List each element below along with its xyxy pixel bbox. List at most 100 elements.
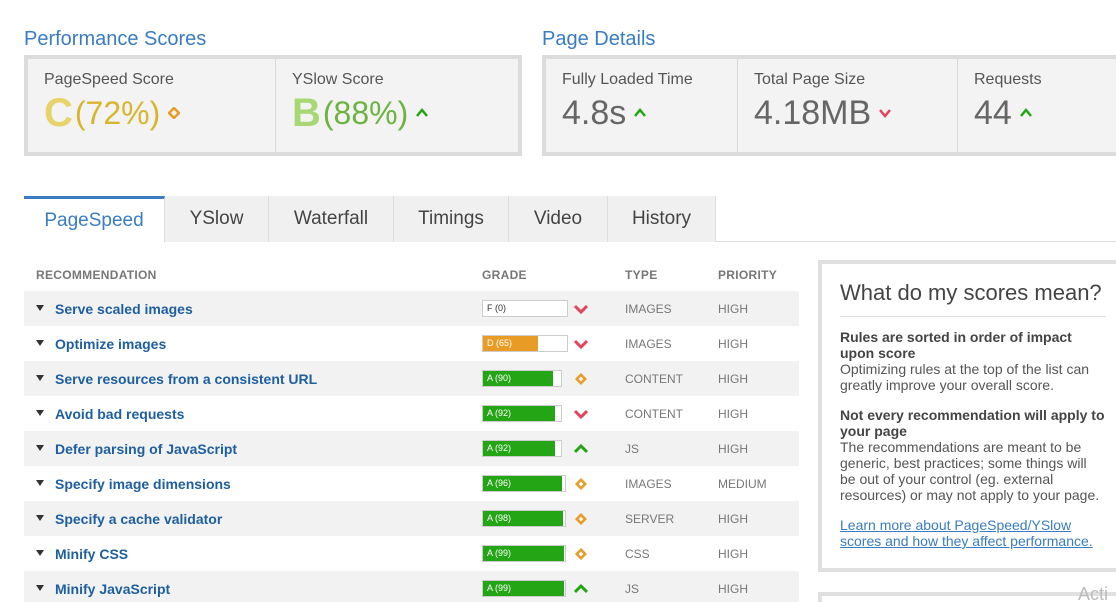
- table-row[interactable]: Defer parsing of JavaScript A (92) JS HIGH: [24, 431, 799, 466]
- grade-bar: D (65): [482, 335, 568, 352]
- pagespeed-label: PageSpeed Score: [44, 71, 174, 88]
- up-arrow-icon: [1019, 108, 1032, 117]
- grade-bar: A (92): [482, 440, 562, 457]
- info-heading-2: Not every recommendation will apply to y…: [840, 407, 1105, 439]
- recommendation-name[interactable]: Specify a cache validator: [55, 511, 222, 527]
- size-label: Total Page Size: [754, 71, 866, 88]
- table-row[interactable]: Optimize images D (65) IMAGES HIGH: [24, 326, 799, 361]
- grade-bar: A (96): [482, 475, 566, 492]
- fully-loaded-time: Fully Loaded Time 4.8s: [546, 59, 738, 152]
- table-row[interactable]: Avoid bad requests A (92) CONTENT HIGH: [24, 396, 799, 431]
- loaded-value: 4.8s: [562, 94, 627, 132]
- pagespeed-grade: C: [44, 91, 73, 135]
- size-value: 4.18MB: [754, 94, 872, 132]
- header-type: TYPE: [625, 268, 658, 282]
- total-page-size: Total Page Size 4.18MB: [738, 59, 958, 152]
- down-arrow-icon: [574, 339, 588, 350]
- expand-caret-icon[interactable]: [36, 515, 44, 521]
- rule-type: IMAGES: [625, 476, 672, 491]
- recommendation-name[interactable]: Optimize images: [55, 336, 166, 352]
- performance-scores-box: PageSpeed Score C (72%) YSlow Score B (8…: [24, 55, 522, 156]
- expand-caret-icon[interactable]: [36, 585, 44, 591]
- pagespeed-score: PageSpeed Score C (72%): [28, 59, 276, 152]
- rule-type: CONTENT: [625, 371, 683, 386]
- rule-type: CONTENT: [625, 406, 683, 421]
- page-details-title: Page Details: [542, 28, 656, 50]
- recommendation-name[interactable]: Serve scaled images: [55, 301, 193, 317]
- up-arrow-icon: [574, 583, 588, 594]
- grade-bar: A (99): [482, 545, 566, 562]
- tab-timings[interactable]: Timings: [394, 196, 509, 242]
- scores-info-panel: What do my scores mean? Rules are sorted…: [818, 260, 1116, 572]
- table-row[interactable]: Serve scaled images F (0) IMAGES HIGH: [24, 291, 799, 326]
- loaded-label: Fully Loaded Time: [562, 71, 693, 88]
- expand-caret-icon[interactable]: [36, 550, 44, 556]
- tab-yslow[interactable]: YSlow: [165, 196, 269, 242]
- expand-caret-icon[interactable]: [36, 480, 44, 486]
- expand-caret-icon[interactable]: [36, 340, 44, 346]
- performance-title: Performance Scores: [24, 28, 207, 50]
- table-row[interactable]: Specify a cache validator A (98) SERVER HIG…: [24, 501, 799, 536]
- expand-caret-icon[interactable]: [36, 410, 44, 416]
- rule-type: JS: [625, 441, 640, 456]
- recommendation-name[interactable]: Avoid bad requests: [55, 406, 184, 422]
- info-text-1: Optimizing rules at the top of the list …: [840, 361, 1090, 393]
- rule-priority: HIGH: [718, 336, 748, 351]
- page-details-box: Fully Loaded Time 4.8s Total Page Size 4…: [542, 55, 1116, 156]
- recommendation-name[interactable]: Specify image dimensions: [55, 476, 231, 492]
- learn-more-link[interactable]: Learn more about PageSpeed/YSlow scores …: [840, 517, 1106, 549]
- table-row[interactable]: Minify JavaScript A (99) JS HIGH: [24, 571, 799, 602]
- grade-bar: A (99): [482, 580, 566, 597]
- tab-history[interactable]: History: [608, 196, 716, 242]
- info-heading-1: Rules are sorted in order of impact upon…: [840, 329, 1072, 361]
- recommendation-name[interactable]: Serve resources from a consistent URL: [55, 371, 317, 387]
- down-arrow-icon: [574, 409, 588, 420]
- rule-priority: HIGH: [718, 546, 748, 561]
- recommendation-name[interactable]: Minify JavaScript: [55, 581, 170, 597]
- recommendation-name[interactable]: Minify CSS: [55, 546, 128, 562]
- grade-fill: F (0): [487, 303, 506, 313]
- requests: Requests 44: [958, 59, 1116, 152]
- activation-watermark: Acti: [1078, 584, 1109, 602]
- yslow-pct: (88%): [322, 95, 409, 131]
- rule-type: IMAGES: [625, 336, 672, 351]
- header-grade: GRADE: [482, 268, 527, 282]
- diamond-icon: [168, 107, 181, 119]
- tab-video[interactable]: Video: [509, 196, 608, 242]
- requests-value: 44: [974, 94, 1012, 132]
- info-text-2: The recommendations are meant to be gene…: [840, 439, 1100, 503]
- expand-caret-icon[interactable]: [36, 375, 44, 381]
- yslow-score: YSlow Score B (88%): [276, 59, 518, 152]
- table-row[interactable]: Serve resources from a consistent URL A (…: [24, 361, 799, 396]
- up-arrow-icon: [416, 108, 429, 117]
- rule-type: SERVER: [625, 511, 675, 526]
- table-row[interactable]: Minify CSS A (99) CSS HIGH: [24, 536, 799, 571]
- diamond-icon: [574, 513, 588, 525]
- rule-type: JS: [625, 581, 640, 596]
- down-arrow-icon: [574, 304, 588, 315]
- grade-fill: A (90): [483, 371, 554, 386]
- yslow-label: YSlow Score: [292, 71, 384, 88]
- requests-label: Requests: [974, 71, 1042, 88]
- recommendations-table: Serve scaled images F (0) IMAGES HIGH Optimi…: [24, 291, 799, 602]
- table-row[interactable]: Specify image dimensions A (96) IMAGES MEDI…: [24, 466, 799, 501]
- diamond-icon: [574, 478, 588, 490]
- rule-priority: HIGH: [718, 371, 748, 386]
- grade-bar: A (92): [482, 405, 562, 422]
- tab-waterfall[interactable]: Waterfall: [269, 196, 394, 242]
- expand-caret-icon[interactable]: [36, 445, 44, 451]
- recommendation-name[interactable]: Defer parsing of JavaScript: [55, 441, 237, 457]
- report-tabs: PageSpeed YSlow Waterfall Timings Video …: [24, 196, 1116, 242]
- grade-fill: A (99): [483, 581, 565, 596]
- grade-bar: F (0): [482, 300, 568, 317]
- rule-type: IMAGES: [625, 301, 672, 316]
- expand-caret-icon[interactable]: [36, 305, 44, 311]
- header-priority: PRIORITY: [718, 268, 778, 282]
- rule-priority: HIGH: [718, 406, 748, 421]
- diamond-icon: [574, 373, 588, 385]
- rule-priority: HIGH: [718, 301, 748, 316]
- grade-fill: A (92): [483, 406, 555, 421]
- diamond-icon: [574, 548, 588, 560]
- rule-priority: HIGH: [718, 581, 748, 596]
- tab-pagespeed[interactable]: PageSpeed: [24, 196, 165, 242]
